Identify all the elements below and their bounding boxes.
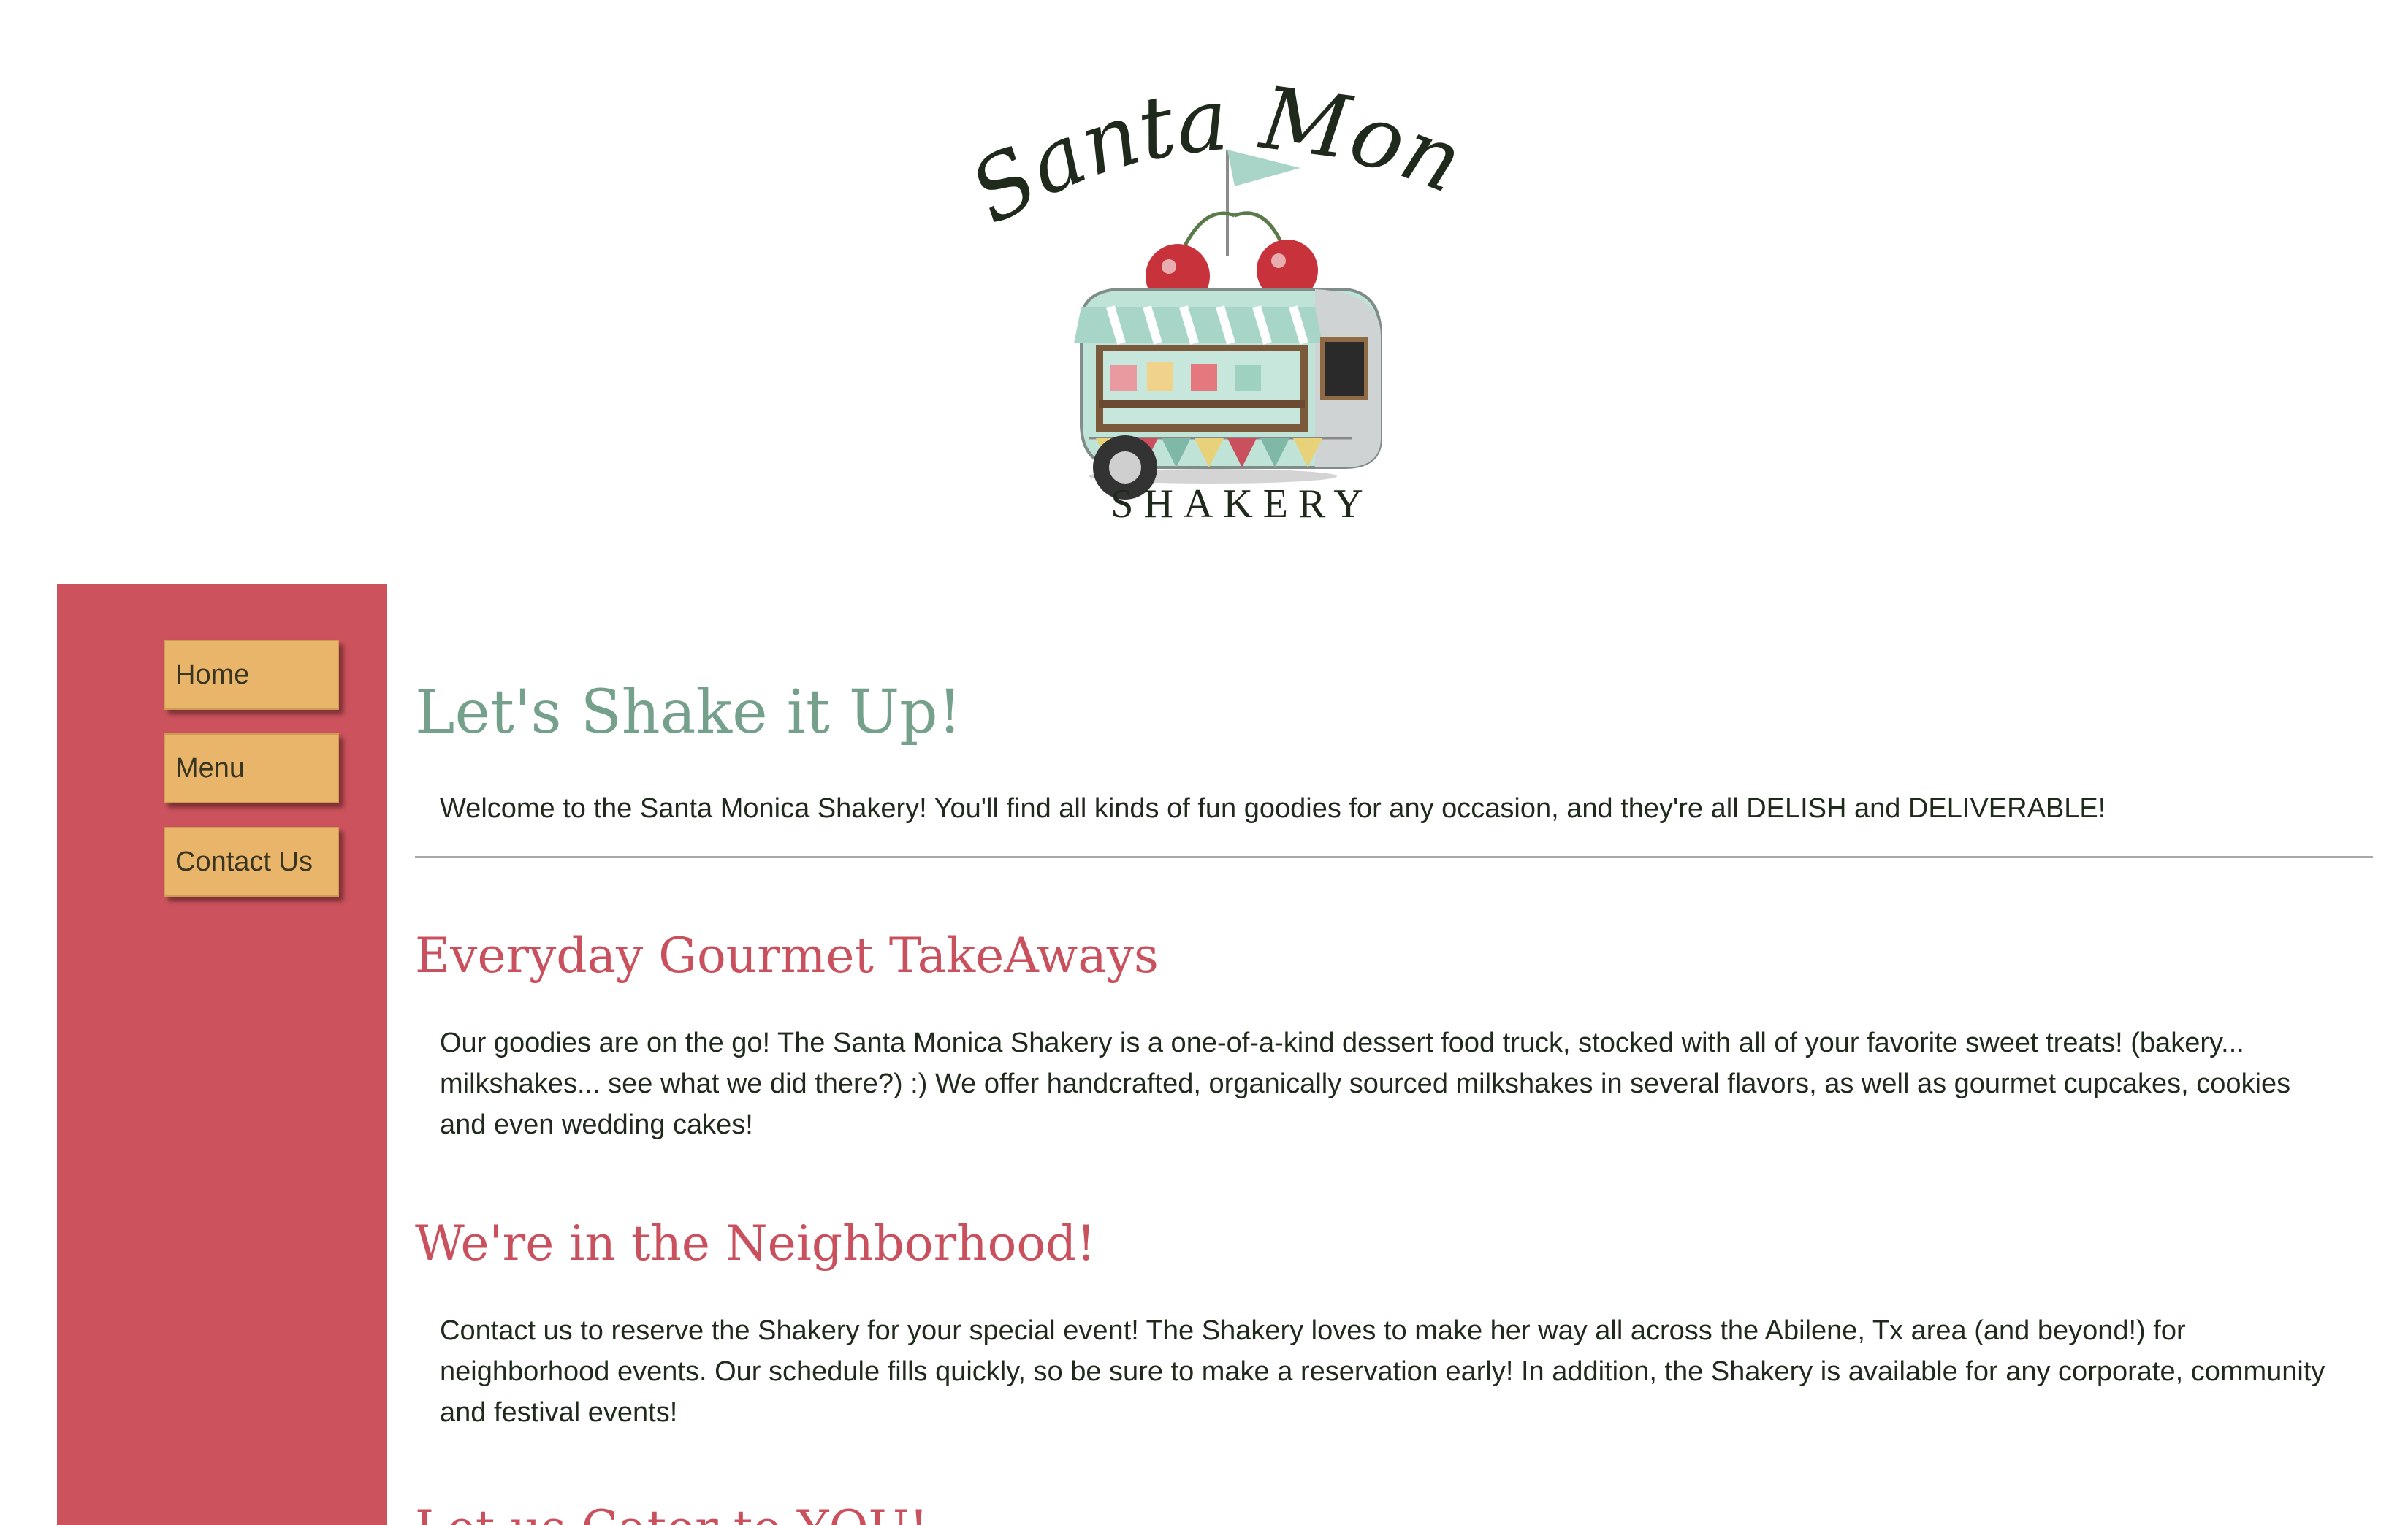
section-heading-cater: Let us Cater to YOU! [415, 1500, 929, 1525]
section-heading-takeaways: Everyday Gourmet TakeAways [415, 928, 1159, 984]
logo-artwork: Santa Monica [972, 58, 1477, 526]
section-heading-neighborhood: We're in the Neighborhood! [415, 1215, 1096, 1272]
section-body-takeaways: Our goodies are on the go! The Santa Mon… [440, 1028, 2291, 1140]
divider [415, 856, 2373, 858]
site-logo[interactable]: Santa Monica [972, 58, 1483, 526]
logo-script-text: Santa Monica [972, 58, 1477, 243]
welcome-text: Welcome to the Santa Monica Shakery! You… [440, 793, 2106, 824]
sidebar-nav: Home Menu Contact Us [57, 584, 387, 1525]
nav-home-button[interactable]: Home [164, 640, 339, 710]
nav-contact-us-button[interactable]: Contact Us [164, 827, 339, 897]
page: Santa Monica [0, 0, 2408, 1525]
page-title: Let's Shake it Up! [415, 678, 962, 747]
logo-caps-text: SHAKERY [1110, 481, 1373, 526]
nav-menu-button[interactable]: Menu [164, 733, 339, 803]
section-body-neighborhood: Contact us to reserve the Shakery for yo… [440, 1315, 2325, 1428]
